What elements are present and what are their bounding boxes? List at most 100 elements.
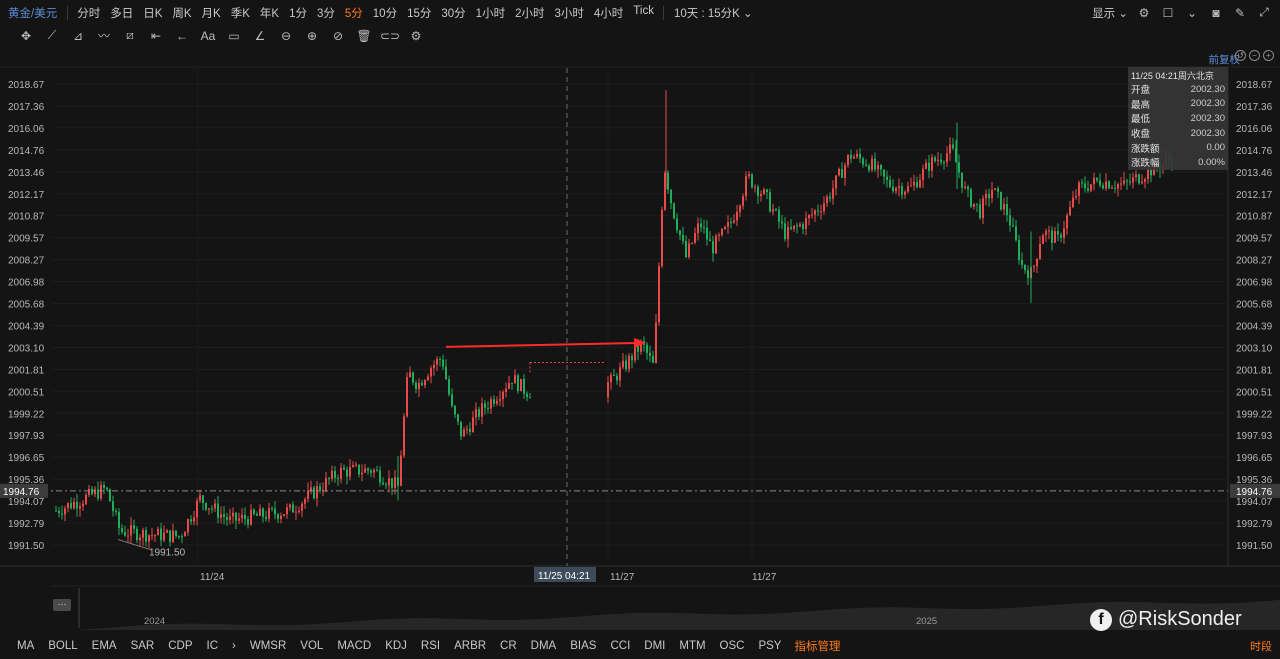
chevron-right-icon[interactable]: ›	[225, 640, 243, 652]
candle-body	[514, 375, 516, 384]
tab-period-3[interactable]: 周K	[167, 5, 196, 21]
indicator-dma[interactable]: DMA	[524, 640, 564, 652]
candle-body	[892, 186, 894, 192]
period-link[interactable]: 时段	[1250, 638, 1272, 654]
tab-period-1[interactable]: 多日	[105, 5, 138, 21]
indicator-boll[interactable]: BOLL	[41, 640, 84, 652]
candle-body	[1138, 174, 1140, 184]
range-selector[interactable]: 10天 : 15分K ⌄	[668, 5, 759, 21]
expand-icon[interactable]: ⤢	[1256, 5, 1272, 21]
tab-period-13[interactable]: 1小时	[471, 5, 510, 21]
tab-period-8[interactable]: 3分	[312, 5, 340, 21]
indicator-manager-button[interactable]: 指标管理	[788, 638, 846, 654]
crosshair-move-icon[interactable]: ✥	[16, 28, 36, 44]
wave-tool-icon[interactable]: 〰	[94, 28, 114, 44]
range-tool-icon[interactable]: ⇤	[146, 28, 166, 44]
indicator-ema[interactable]: EMA	[85, 640, 124, 652]
indicator-macd[interactable]: MACD	[330, 640, 378, 652]
pencil-icon[interactable]: ✎	[1232, 5, 1248, 21]
indicator-cdp[interactable]: CDP	[161, 640, 199, 652]
tab-period-6[interactable]: 年K	[255, 5, 284, 21]
checkbox-icon[interactable]: ☐	[1160, 5, 1176, 21]
line-tool-icon[interactable]: ⟋	[42, 28, 62, 44]
indicator-wmsr[interactable]: WMSR	[243, 640, 293, 652]
price-tick-label-left: 2017.36	[8, 102, 45, 113]
candle-body	[739, 205, 741, 212]
tab-period-14[interactable]: 2小时	[510, 5, 549, 21]
camera-icon[interactable]: ◙	[1208, 5, 1224, 21]
tab-period-5[interactable]: 季K	[226, 5, 255, 21]
candle-body	[610, 374, 612, 383]
indicator-arbr[interactable]: ARBR	[447, 640, 493, 652]
zoom-in-icon[interactable]: +	[1263, 50, 1274, 61]
hide-icon[interactable]: ⊘	[328, 28, 348, 44]
price-tick-label-left: 2006.98	[8, 278, 45, 289]
indicator-psy[interactable]: PSY	[751, 640, 788, 652]
candle-body	[721, 228, 723, 235]
gear-icon[interactable]: ⚙	[1136, 5, 1152, 21]
candle-body	[196, 500, 198, 518]
candle-body	[1078, 182, 1080, 196]
kline-chart[interactable]: 2018.67 2018.67 2017.36 2017.36 2016.06 2016.…	[0, 0, 1280, 659]
indicator-cr[interactable]: CR	[493, 640, 524, 652]
channel-tool-icon[interactable]: ⊿	[68, 28, 88, 44]
link-icon[interactable]: ⊂⊃	[380, 28, 400, 44]
indicator-rsi[interactable]: RSI	[414, 640, 447, 652]
tab-period-15[interactable]: 3小时	[549, 5, 588, 21]
candle-body	[373, 469, 375, 473]
candle-body	[607, 382, 609, 398]
candle-body	[280, 515, 282, 519]
tab-period-16[interactable]: 4小时	[589, 5, 628, 21]
tab-period-12[interactable]: 30分	[436, 5, 470, 21]
indicator-ic[interactable]: IC	[200, 640, 226, 652]
indicator-bias[interactable]: BIAS	[563, 640, 603, 652]
candle-body	[454, 405, 456, 415]
text-tool-icon[interactable]: Aa	[198, 28, 218, 44]
chevron-down-icon[interactable]: ⌄	[1184, 5, 1200, 21]
indicator-sar[interactable]: SAR	[124, 640, 162, 652]
settings-icon[interactable]: ⚙	[406, 28, 426, 44]
candle-body	[238, 518, 240, 521]
display-menu[interactable]: 显示 ⌄	[1092, 5, 1128, 21]
indicator-dmi[interactable]: DMI	[637, 640, 672, 652]
tab-period-10[interactable]: 10分	[368, 5, 402, 21]
indicator-osc[interactable]: OSC	[713, 640, 752, 652]
lock-icon[interactable]: ⊕	[302, 28, 322, 44]
candle-body	[235, 512, 237, 521]
candle-body	[367, 468, 369, 471]
tab-period-0[interactable]: 分时	[72, 5, 105, 21]
tooltip-row: 涨跌幅 0.00%	[1131, 155, 1225, 170]
tab-period-2[interactable]: 日K	[138, 5, 167, 21]
zoom-out-icon[interactable]: −	[1249, 50, 1260, 61]
brush-tool-icon[interactable]: ∠	[250, 28, 270, 44]
candle-body	[199, 495, 201, 501]
indicator-mtm[interactable]: MTM	[672, 640, 712, 652]
symbol-selector[interactable]: 黄金/美元	[0, 5, 63, 21]
tab-period-9[interactable]: 5分	[340, 5, 368, 21]
candle-body	[1090, 184, 1092, 191]
candle-body	[1132, 177, 1134, 183]
reset-icon[interactable]: ↺	[1235, 50, 1246, 61]
tab-period-17[interactable]: Tick	[628, 5, 659, 21]
indicator-ma[interactable]: MA	[10, 640, 41, 652]
price-tick-label-right: 1994.07	[1236, 497, 1273, 508]
price-tick-label-right: 2016.06	[1236, 124, 1273, 135]
candle-body	[352, 465, 354, 468]
indicator-vol[interactable]: VOL	[293, 640, 330, 652]
candle-body	[304, 499, 306, 504]
comment-tool-icon[interactable]: ▭	[224, 28, 244, 44]
tab-period-7[interactable]: 1分	[284, 5, 312, 21]
trash-icon[interactable]: 🗑	[354, 28, 374, 44]
tab-period-11[interactable]: 15分	[402, 5, 436, 21]
indicator-cci[interactable]: CCI	[603, 640, 637, 652]
candle-body	[871, 158, 873, 171]
magnet-icon[interactable]: ⊖	[276, 28, 296, 44]
navigator-handle[interactable]: ···	[53, 599, 71, 611]
tab-period-4[interactable]: 月K	[197, 5, 226, 21]
date-tick-label: 11/24	[200, 572, 225, 583]
arrow-tool-icon[interactable]: ←	[172, 28, 192, 44]
candle-body	[907, 186, 909, 192]
indicator-kdj[interactable]: KDJ	[378, 640, 414, 652]
fib-tool-icon[interactable]: ⧄	[120, 28, 140, 44]
candle-body	[1093, 177, 1095, 185]
